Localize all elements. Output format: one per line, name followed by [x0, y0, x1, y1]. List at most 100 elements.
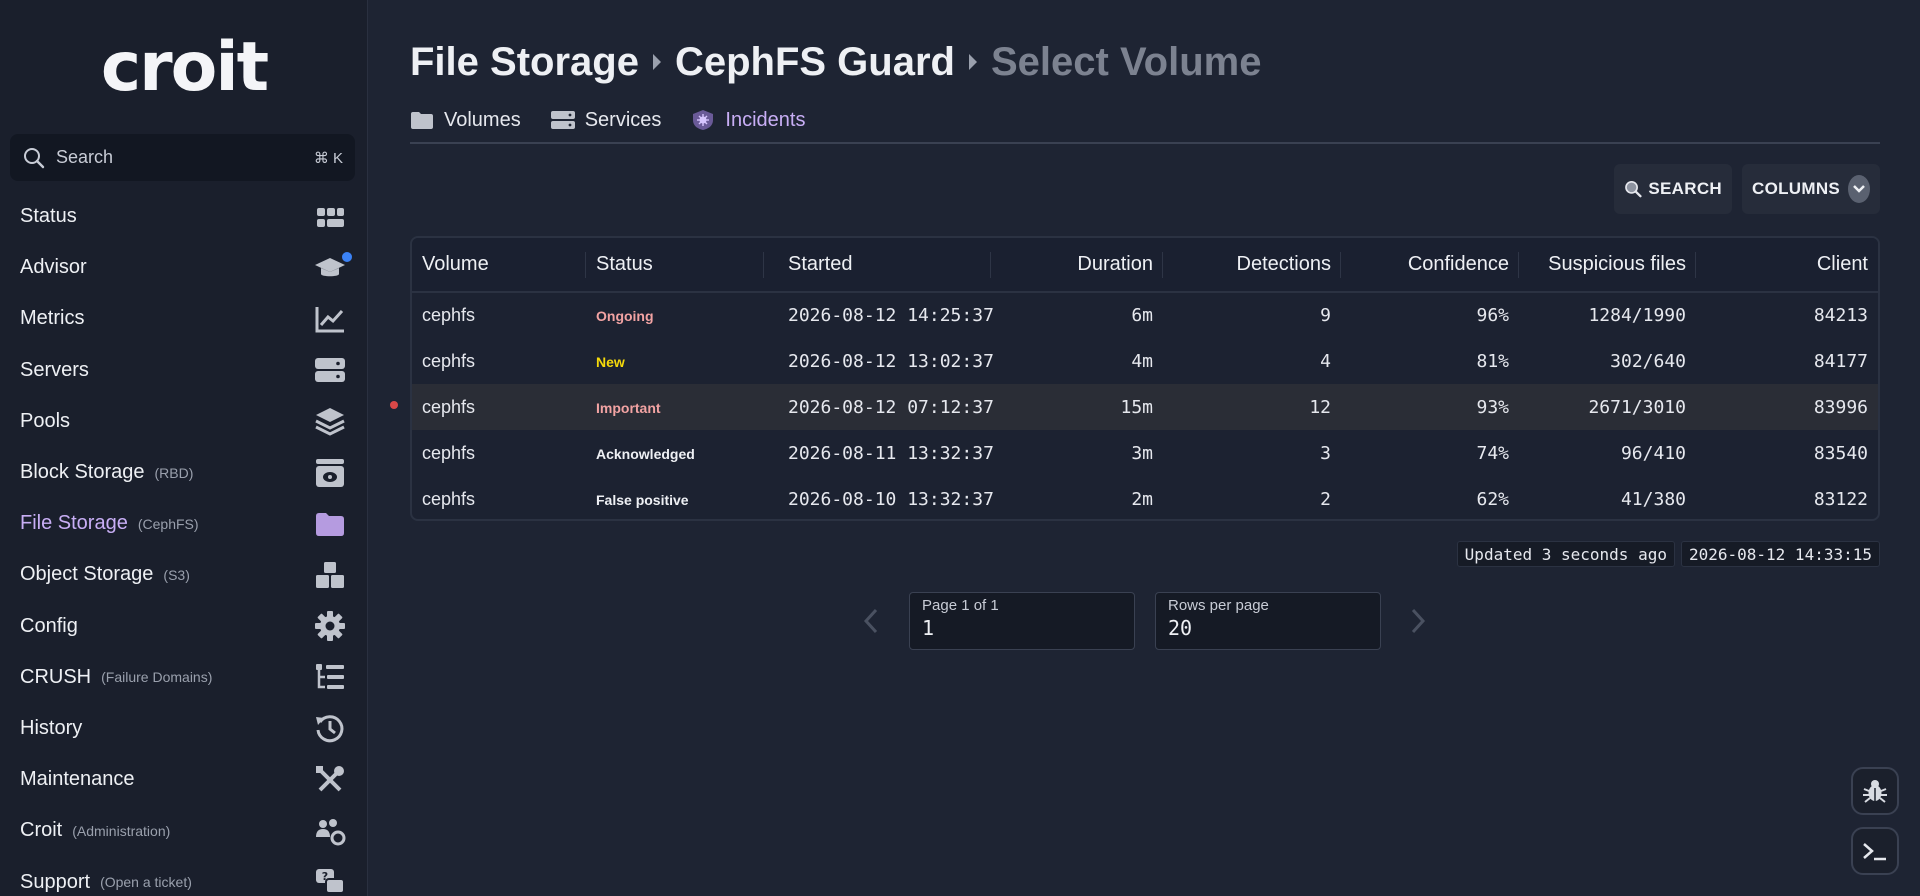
status-badge: False positive [596, 491, 689, 508]
svg-text:?: ? [322, 870, 328, 883]
sidebar-item-label: Croit [20, 819, 63, 842]
page-number-value: 1 [922, 616, 935, 640]
sidebar-item-label: Advisor [20, 256, 87, 279]
breadcrumb-cephfs-guard[interactable]: CephFS Guard [675, 40, 955, 85]
cell-volume: cephfs [422, 396, 476, 417]
tab-volumes[interactable]: Volumes [410, 102, 521, 138]
sidebar-item-label: Status [20, 205, 77, 228]
rows-per-page-field[interactable]: Rows per page 20 [1155, 592, 1381, 650]
important-indicator-dot [390, 401, 398, 409]
sidebar-item-object-storage[interactable]: Object Storage (S3) [0, 549, 368, 600]
sidebar-item-label: Maintenance [20, 768, 135, 791]
rows-per-page-value: 20 [1168, 616, 1193, 640]
tab-incidents[interactable]: Incidents [691, 102, 805, 138]
table-row[interactable]: cephfs False positive 2026-08-10 13:32:37 2… [412, 476, 1878, 519]
column-header-volume[interactable]: Volume [412, 238, 586, 292]
cell-suspicious-files: 96/410 [1620, 442, 1686, 464]
column-header-suspicious-files[interactable]: Suspicious files [1519, 238, 1696, 292]
sidebar-item-crush[interactable]: CRUSH (Failure Domains) [0, 652, 368, 703]
cell-started: 2026-08-12 13:02:37 [788, 350, 994, 372]
sidebar-item-label: Block Storage [20, 461, 145, 484]
cell-confidence: 62% [1476, 488, 1509, 510]
tab-label: Incidents [725, 108, 806, 131]
tab-label: Services [584, 108, 662, 131]
cell-volume: cephfs [422, 305, 476, 325]
cell-started: 2026-08-12 07:12:37 [788, 396, 994, 418]
cell-status: Acknowledged [586, 430, 764, 476]
column-header-detections[interactable]: Detections [1163, 238, 1341, 292]
update-status: Updated 3 seconds ago 2026-08-12 14:33:1… [1456, 541, 1880, 567]
sidebar-item-sublabel: (Open a ticket) [100, 874, 192, 891]
history-icon [316, 715, 344, 743]
column-header-client[interactable]: Client [1696, 238, 1878, 292]
sidebar-item-maintenance[interactable]: Maintenance [0, 754, 368, 805]
cell-volume: cephfs [422, 488, 476, 509]
terminal-button[interactable] [1851, 827, 1899, 875]
columns-button[interactable]: COLUMNS [1742, 164, 1880, 214]
tab-bar: Volumes Services Incidents [410, 98, 1880, 144]
status-badge: Ongoing [596, 308, 654, 324]
cell-client: 83996 [1813, 396, 1868, 418]
status-badge: Acknowledged [596, 445, 695, 462]
table-header-row: Volume Status Started Duration Detection… [412, 238, 1878, 292]
sidebar-item-status[interactable]: Status [0, 191, 368, 242]
folder-icon [316, 512, 344, 536]
sidebar-item-support[interactable]: Support (Open a ticket) ? [0, 856, 368, 896]
shield-virus-icon [693, 110, 714, 130]
search-input[interactable]: Search ⌘ K [10, 134, 355, 181]
cell-duration: 2m [1131, 488, 1153, 510]
sidebar-item-file-storage[interactable]: File Storage (CephFS) [0, 498, 368, 549]
cell-suspicious-files: 1284/1990 [1588, 305, 1686, 326]
chevron-left-icon[interactable] [860, 606, 884, 636]
sidebar-item-block-storage[interactable]: Block Storage (RBD) [0, 447, 368, 498]
croit-logo[interactable]: croit [0, 28, 368, 108]
sidebar-item-sublabel: (Administration) [72, 822, 171, 839]
tab-services[interactable]: Services [550, 102, 662, 138]
sidebar-item-pools[interactable]: Pools [0, 396, 368, 447]
bug-icon [1863, 780, 1887, 803]
page-number-field[interactable]: Page 1 of 1 1 [909, 592, 1135, 650]
cell-client: 84213 [1813, 305, 1868, 326]
sidebar-item-croit[interactable]: Croit (Administration) [0, 805, 368, 856]
gear-icon [315, 611, 345, 642]
search-button-label: SEARCH [1648, 179, 1722, 198]
breadcrumb-separator-icon [652, 54, 661, 70]
users-gear-icon [316, 818, 346, 846]
cell-status: False positive [586, 476, 764, 519]
terminal-icon [1863, 843, 1886, 861]
chevron-right-icon[interactable] [1405, 606, 1429, 636]
sidebar-item-metrics[interactable]: Metrics [0, 293, 368, 344]
table-row[interactable]: cephfs Acknowledged 2026-08-11 13:32:37 3m 3… [412, 430, 1878, 476]
status-badge: Important [596, 399, 661, 416]
cell-detections: 2 [1320, 488, 1331, 510]
search-shortcut: ⌘ K [313, 149, 343, 167]
column-header-started[interactable]: Started [764, 238, 991, 292]
sidebar-item-label: Pools [20, 409, 71, 432]
sidebar-item-sublabel: (CephFS) [137, 515, 199, 532]
column-header-confidence[interactable]: Confidence [1341, 238, 1519, 292]
sidebar-item-advisor[interactable]: Advisor [0, 242, 368, 293]
cell-detections: 9 [1320, 305, 1331, 326]
search-button[interactable]: SEARCH [1614, 164, 1732, 214]
sidebar: croit Search ⌘ K Status Advisor Metrics [0, 0, 368, 896]
bug-report-button[interactable] [1851, 767, 1899, 815]
server-icon [315, 358, 345, 383]
cell-confidence: 74% [1476, 442, 1509, 464]
sidebar-item-label: File Storage [20, 512, 128, 535]
table-row[interactable]: cephfs Important 2026-08-12 07:12:37 15m 12 9… [412, 384, 1878, 430]
cell-suspicious-files: 302/640 [1610, 350, 1686, 372]
breadcrumb-file-storage[interactable]: File Storage [410, 40, 639, 85]
sidebar-nav: Status Advisor Metrics Servers Pools Blo… [0, 191, 368, 896]
column-header-duration[interactable]: Duration [991, 238, 1163, 292]
cell-duration: 6m [1131, 305, 1153, 326]
tools-icon [316, 765, 344, 792]
sidebar-item-servers[interactable]: Servers [0, 345, 368, 396]
sidebar-item-label: Support [20, 870, 91, 893]
column-header-status[interactable]: Status [586, 238, 764, 292]
status-badge: New [596, 353, 625, 370]
page-title: Select Volume [990, 39, 1262, 84]
table-row[interactable]: cephfs Ongoing 2026-08-12 14:25:37 6m 9 96% 12… [412, 292, 1878, 338]
sidebar-item-config[interactable]: Config [0, 601, 368, 652]
table-row[interactable]: cephfs New 2026-08-12 13:02:37 4m 4 81% 302/64… [412, 338, 1878, 384]
sidebar-item-history[interactable]: History [0, 703, 368, 754]
